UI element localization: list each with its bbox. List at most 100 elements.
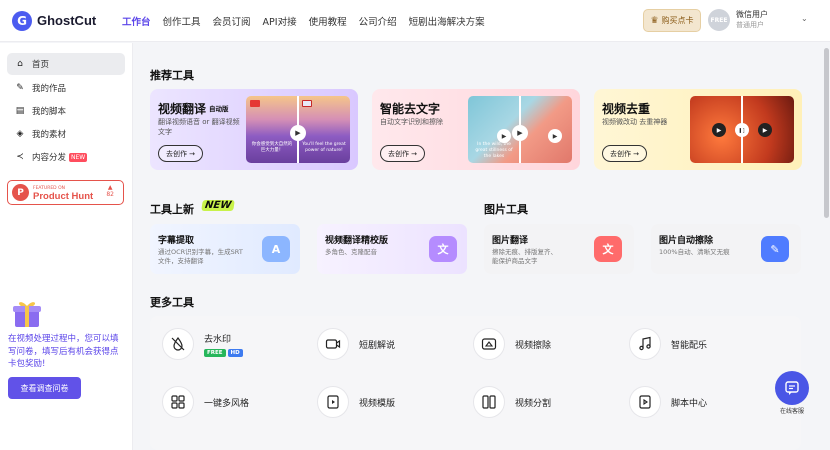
play-icon[interactable]: ▶ <box>758 123 772 137</box>
card-title: 字幕提取 <box>158 236 195 246</box>
play-icon[interactable]: ▶ <box>512 125 528 141</box>
food-thumbnail: ▶ ◧ ▶ <box>690 96 794 163</box>
home-icon: ⌂ <box>17 59 23 69</box>
sidebar-item-home[interactable]: ⌂ 首页 <box>7 53 125 75</box>
product-hunt-votes: ▲ 82 <box>106 184 114 198</box>
hd-tag: HD <box>227 348 243 357</box>
buy-credits-button[interactable]: ♛ 购买点卡 <box>643 9 701 32</box>
subtitle-extract-icon: A <box>262 236 290 262</box>
tool-video-template[interactable]: 视频模版 <box>317 386 395 418</box>
nav-company[interactable]: 公司介绍 <box>359 14 397 28</box>
new-badge: NEW <box>201 200 236 211</box>
sidebar-item-works[interactable]: ✎ 我的作品 <box>7 77 125 99</box>
image-tools-title: 图片工具 <box>484 203 528 216</box>
logo[interactable]: G GhostCut <box>12 10 120 31</box>
card-image-translate[interactable]: 图片翻译 擦除无痕、排版复齐、能保护商品文字 文 <box>484 224 634 274</box>
compare-divider <box>741 96 743 163</box>
image-translate-icon: 文 <box>594 236 622 262</box>
avatar: FREE <box>708 9 730 31</box>
translate-icon: 文 <box>429 236 457 262</box>
subtitle-left: 你会感觉到大自然的巨大力量！ <box>251 142 293 153</box>
nav-api[interactable]: API对接 <box>263 14 297 28</box>
sidebar-item-label: 首页 <box>32 60 50 70</box>
chevron-down-icon[interactable]: ⌄ <box>801 14 808 23</box>
online-support[interactable]: 在线客服 <box>774 371 810 415</box>
nav-tutorials[interactable]: 使用教程 <box>309 14 347 28</box>
play-icon[interactable]: ▶ <box>712 123 726 137</box>
play-icon[interactable]: ▶ <box>290 125 306 141</box>
flamingo-thumbnail: ▶ In the wild, the great stillness of th… <box>468 96 572 163</box>
tool-video-erase[interactable]: 视频擦除 <box>473 328 551 360</box>
tool-smart-music[interactable]: 智能配乐 <box>629 328 707 360</box>
gift-icon <box>13 302 41 327</box>
card-desc: 通过OCR识别字幕，生成SRT文件，支持翻译 <box>158 248 243 265</box>
new-tools-title: 工具上新 <box>150 203 194 216</box>
card-title: 图片自动擦除 <box>659 236 714 246</box>
go-create-button[interactable]: 去创作 → <box>158 145 203 162</box>
nav-membership[interactable]: 会员订阅 <box>213 14 251 28</box>
buy-credits-label: 购买点卡 <box>661 16 694 25</box>
free-tag: FREE <box>204 348 226 357</box>
chat-icon[interactable] <box>775 371 809 405</box>
play-small-icon[interactable]: ▶ <box>548 129 562 143</box>
script-icon <box>629 386 661 418</box>
tool-drama-narration[interactable]: 短剧解说 <box>317 328 395 360</box>
tool-label: 智能配乐 <box>671 340 708 351</box>
sidebar-item-label: 我的作品 <box>32 84 67 94</box>
new-badge: NEW <box>69 152 88 162</box>
card-video-translate[interactable]: 视频翻译 自动版 翻译视频语音 or 翻译视频文字 去创作 → ▶ 你会感觉到大自… <box>150 89 358 170</box>
lavender-thumbnail: ▶ 你会感觉到大自然的巨大力量！ You'll feel the great p… <box>246 96 350 163</box>
card-video-dedupe[interactable]: 视频去重 视频微改动 去重神器 去创作 → ▶ ◧ ▶ <box>594 89 802 170</box>
go-create-button[interactable]: 去创作 → <box>602 145 647 162</box>
sidebar-item-label: 内容分发 <box>32 153 67 163</box>
image-erase-icon: ✎ <box>761 236 789 262</box>
card-desc: 翻译视频语音 or 翻译视频文字 <box>158 118 240 136</box>
card-text-removal[interactable]: 智能去文字 自动文字识别和擦除 去创作 → ▶ In the wild, the… <box>372 89 580 170</box>
scrollbar-thumb[interactable] <box>824 48 829 218</box>
card-desc: 自动文字识别和擦除 <box>380 118 443 126</box>
card-image-erase[interactable]: 图片自动擦除 100%自动、清晰又无痕 ✎ <box>651 224 801 274</box>
document-icon: ▤ <box>15 106 25 116</box>
sidebar-item-label: 我的素材 <box>32 130 67 140</box>
play-small-icon[interactable]: ▶ <box>497 129 511 143</box>
china-flag-icon <box>250 100 260 107</box>
top-bar: G GhostCut 工作台 创作工具 会员订阅 API对接 使用教程 公司介绍… <box>0 0 830 42</box>
card-title: 图片翻译 <box>492 236 529 246</box>
more-tools-panel: 去水印 FREE HD 短剧解说 视频擦除 智能配乐 一键多风格 视频模版 视频… <box>150 316 801 450</box>
card-desc: 100%自动、清晰又无痕 <box>659 248 730 256</box>
tool-script-center[interactable]: 脚本中心 <box>629 386 707 418</box>
more-tools-title: 更多工具 <box>150 296 194 309</box>
share-icon: ≺ <box>16 152 24 162</box>
card-desc: 视频微改动 去重神器 <box>602 118 668 126</box>
sidebar-item-distribution[interactable]: ≺ 内容分发 NEW <box>7 146 125 168</box>
tool-label: 脚本中心 <box>671 398 708 409</box>
card-title: 视频翻译 自动版 <box>158 102 229 116</box>
go-create-button[interactable]: 去创作 → <box>380 145 425 162</box>
auto-tag: 自动版 <box>209 105 229 113</box>
vote-count: 82 <box>106 191 114 198</box>
tool-label: 视频擦除 <box>515 340 552 351</box>
tool-watermark-remove[interactable]: 去水印 FREE HD <box>162 328 243 360</box>
nav-short-drama[interactable]: 短剧出海解决方案 <box>409 14 485 28</box>
sidebar-item-assets[interactable]: ◈ 我的素材 <box>7 123 125 145</box>
tool-video-split[interactable]: 视频分割 <box>473 386 551 418</box>
template-icon <box>317 386 349 418</box>
split-icon <box>473 386 505 418</box>
user-name: 微信用户 <box>736 10 768 19</box>
card-video-translate-pro[interactable]: 视频翻译精校版 多角色、克隆配音 文 <box>317 224 467 274</box>
music-icon <box>629 328 661 360</box>
card-subtitle-extract[interactable]: 字幕提取 通过OCR识别字幕，生成SRT文件，支持翻译 A <box>150 224 300 274</box>
sidebar-item-scripts[interactable]: ▤ 我的脚本 <box>7 100 125 122</box>
nav-workbench[interactable]: 工作台 <box>122 14 151 28</box>
main-nav: 工作台 创作工具 会员订阅 API对接 使用教程 公司介绍 短剧出海解决方案 <box>122 14 497 28</box>
user-menu[interactable]: FREE 微信用户 普通用户 ⌄ <box>708 9 808 31</box>
nav-creation-tools[interactable]: 创作工具 <box>163 14 201 28</box>
product-hunt-badge[interactable]: P FEATURED ON Product Hunt ▲ 82 <box>7 180 124 205</box>
subtitle-right: You'll feel the great power of nature! <box>302 142 346 153</box>
tool-label: 去水印 <box>204 334 232 345</box>
tool-label: 一键多风格 <box>204 398 250 409</box>
tool-multi-style[interactable]: 一键多风格 <box>162 386 249 418</box>
survey-button[interactable]: 查看调查问卷 <box>8 377 81 399</box>
uk-flag-icon <box>302 100 312 107</box>
scrollbar[interactable] <box>822 42 830 450</box>
